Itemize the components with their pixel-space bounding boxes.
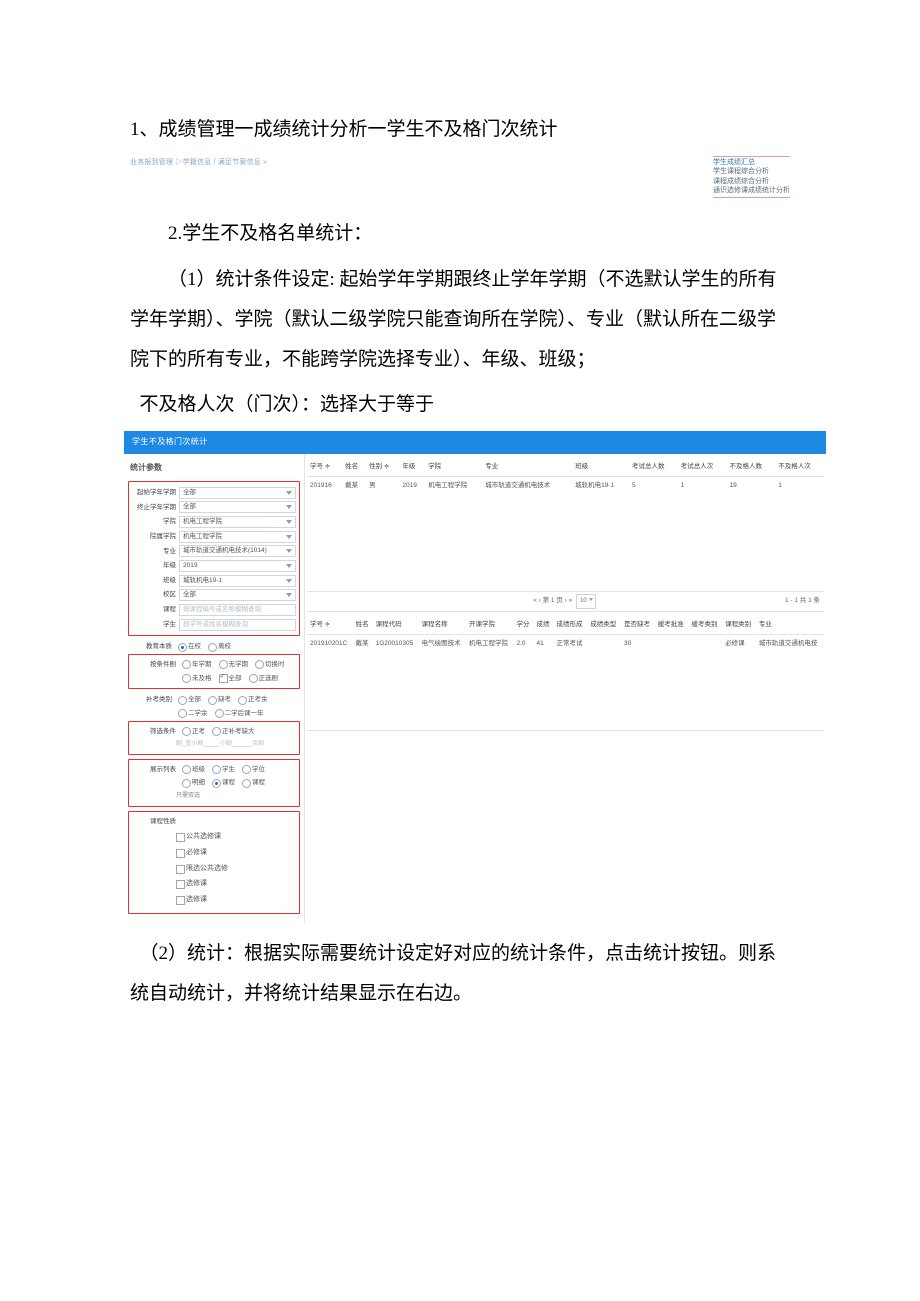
filter-note: 剧_查小剧_____小剧______余剧 <box>132 738 296 751</box>
disp-opt-2[interactable]: 学生 <box>212 763 235 777</box>
course-label: 课程 <box>132 603 179 617</box>
paragraph-stats: （2）统计：根据实际需要统计设定好对应的统计条件，点击统计按钮。则系统自动统计，… <box>130 934 790 1014</box>
class-label: 班级 <box>132 574 179 588</box>
disp-opt-5[interactable]: 课程 <box>212 776 235 790</box>
ctype-opt-2[interactable]: 必修课 <box>176 846 296 861</box>
ctype-label: 课程性质 <box>132 815 179 829</box>
pager-next[interactable]: › » <box>565 597 573 604</box>
filter-box: 筛选条件 正考 正补考缺大 剧_查小剧_____小剧______余剧 <box>128 721 300 755</box>
dept-select[interactable]: 机电工程学院 <box>179 531 296 543</box>
display-box: 展示列表 班级 学生 学位 明细 课程 课程 只需双选 <box>128 759 300 807</box>
end-term-label: 终止学年学期 <box>132 501 179 515</box>
pager-prev[interactable]: « ‹ <box>533 597 541 604</box>
course-input[interactable]: 按课程编号或名称模糊查询 <box>179 604 296 616</box>
disp-opt-4[interactable]: 明细 <box>182 776 205 790</box>
makeup-opt-4[interactable]: 二学余 <box>178 707 208 721</box>
grade-select[interactable]: 2019 <box>179 560 296 572</box>
disp-opt-6[interactable]: 课程 <box>242 776 265 790</box>
dept-label: 院属学院 <box>132 530 179 544</box>
detail-grid: 学号 ≑姓名课程代码 课程名称开课学院学分 成绩成绩形成成绩类型 是否缺考缓考批… <box>307 616 824 652</box>
ctype-opt-3[interactable]: 限选公共选修 <box>176 862 296 877</box>
filter-opt-2[interactable]: 正补考缺大 <box>212 725 255 739</box>
makeup-label: 补考类别 <box>128 693 175 707</box>
breadcrumb-strip: 业务报到管理 ▷学籍信息 / 满足节案信息 » 学生成绩汇总 学生课程综合分析 … <box>130 156 790 196</box>
group-opt-1[interactable]: 年学期 <box>182 658 212 672</box>
crumb-item-highlight: 学生成绩汇总 <box>713 159 755 166</box>
student-input[interactable]: 按学号或姓名模糊查询 <box>179 619 296 631</box>
app-titlebar: 学生不及格门次统计 <box>124 431 826 454</box>
ctype-opt-1[interactable]: 公共选修课 <box>176 830 296 845</box>
group-box: 按条件剧 年学期 无学期 切换时 未及格 全部 正选剧 <box>128 654 300 689</box>
makeup-opt-2[interactable]: 缺考 <box>208 693 231 707</box>
edu-type-label: 教育本质 <box>128 640 175 654</box>
major-select[interactable]: 城市轨道交通机电技术(1014) <box>179 545 296 557</box>
class-select[interactable]: 城轨机电19-1 <box>179 575 296 587</box>
display-label: 展示列表 <box>132 763 179 777</box>
college-select[interactable]: 机电工程学院 <box>179 516 296 528</box>
group-label: 按条件剧 <box>132 658 179 672</box>
conditions-box: 起始学年学期全部 终止学年学期全部 学院机电工程学院 院属学院机电工程学院 专业… <box>128 481 300 636</box>
pager-total: 1 - 1 共 1 条 <box>785 594 820 608</box>
makeup-opt-5[interactable]: 二学后课一年 <box>215 707 264 721</box>
course-type-box: 课程性质 公共选修课 必修课 限选公共选修 选修课 选修课 <box>128 811 300 914</box>
start-term-select[interactable]: 全部 <box>179 487 296 499</box>
disp-opt-1[interactable]: 班级 <box>182 763 205 777</box>
step-2-heading: 2.学生不及格名单统计： <box>130 214 790 254</box>
filter-panel-title: 统计参数 <box>130 460 300 477</box>
disp-opt-3[interactable]: 学位 <box>242 763 265 777</box>
crumb-item: 学生课程综合分析 <box>713 168 769 175</box>
summary-row[interactable]: 201916戴某男 2019机电工程学院城市轨道交通机电技术 城轨机电19-15… <box>307 476 824 494</box>
results-panel: 学号 ≑姓名性别 ≑ 年级学院专业 班级考试总人数考试总人次 不及格人数不及格人… <box>305 454 826 924</box>
group-opt-6[interactable]: 正选剧 <box>249 672 279 686</box>
filter-opt-1[interactable]: 正考 <box>182 725 205 739</box>
filter-panel: 统计参数 起始学年学期全部 终止学年学期全部 学院机电工程学院 院属学院机电工程… <box>124 454 305 924</box>
student-label: 学生 <box>132 618 179 632</box>
display-note: 只需双选 <box>132 790 296 803</box>
grade-label: 年级 <box>132 559 179 573</box>
makeup-opt-3[interactable]: 正考余 <box>238 693 268 707</box>
makeup-opt-1[interactable]: 全部 <box>178 693 201 707</box>
college-label: 学院 <box>132 515 179 529</box>
major-label: 专业 <box>132 545 179 559</box>
summary-grid: 学号 ≑姓名性别 ≑ 年级学院专业 班级考试总人数考试总人次 不及格人数不及格人… <box>307 458 824 494</box>
edu-opt-left[interactable]: 离校 <box>208 640 231 654</box>
ctype-opt-5[interactable]: 选修课 <box>176 893 296 908</box>
crumb-item: 通识选修课成绩统计分析 <box>713 187 790 194</box>
group-opt-4[interactable]: 未及格 <box>182 672 212 686</box>
pager-size-select[interactable]: 10 <box>576 594 596 609</box>
crumb-item: 课程成绩综合分析 <box>713 178 769 185</box>
pager: « ‹ 第 1 页 › » 10 1 - 1 共 1 条 <box>307 591 824 612</box>
campus-label: 校区 <box>132 588 179 602</box>
breadcrumb-dropdown: 学生成绩汇总 学生课程综合分析 课程成绩综合分析 通识选修课成绩统计分析 <box>713 156 790 198</box>
filter-label: 筛选条件 <box>132 725 179 739</box>
group-opt-2[interactable]: 无学期 <box>219 658 249 672</box>
summary-header: 学号 ≑姓名性别 ≑ 年级学院专业 班级考试总人数考试总人次 不及格人数不及格人… <box>307 458 824 476</box>
paragraph-fail-count: 不及格人次（门次）：选择大于等于 <box>130 385 790 425</box>
paragraph-conditions: （1）统计条件设定: 起始学年学期跟终止学年学期（不选默认学生的所有学年学期）、… <box>130 260 790 380</box>
detail-header: 学号 ≑姓名课程代码 课程名称开课学院学分 成绩成绩形成成绩类型 是否缺考缓考批… <box>307 616 824 634</box>
detail-row[interactable]: 201910201C戴某1G20010305 电气绘图技术机电工程学院2.0 4… <box>307 634 824 652</box>
step-1-heading: 1、成绩管理一成绩统计分析一学生不及格门次统计 <box>130 110 790 150</box>
end-term-select[interactable]: 全部 <box>179 501 296 513</box>
group-opt-3[interactable]: 切换时 <box>255 658 285 672</box>
ctype-opt-4[interactable]: 选修课 <box>176 877 296 892</box>
breadcrumb-left: 业务报到管理 ▷学籍信息 / 满足节案信息 » <box>130 156 267 171</box>
edu-opt-enrolled[interactable]: 在校 <box>178 640 201 654</box>
app-screenshot: 学生不及格门次统计 统计参数 起始学年学期全部 终止学年学期全部 学院机电工程学… <box>124 431 826 923</box>
group-opt-5[interactable]: 全部 <box>219 672 242 686</box>
campus-select[interactable]: 全部 <box>179 589 296 601</box>
start-term-label: 起始学年学期 <box>132 486 179 500</box>
pager-page: 第 1 页 <box>543 597 563 604</box>
